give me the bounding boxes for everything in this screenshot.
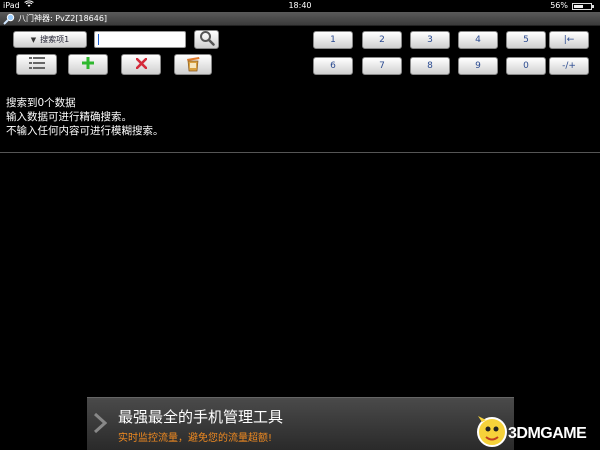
clear-button[interactable] — [174, 54, 212, 75]
clock: 18:40 — [288, 1, 312, 10]
app-title-bar: 八门神器: PvZ2[18646] — [0, 12, 600, 26]
keypad-key[interactable]: |← — [549, 31, 589, 49]
keypad-key[interactable]: 0 — [506, 57, 546, 75]
chevron-down-icon: ▼ — [30, 35, 37, 44]
add-button[interactable] — [68, 54, 108, 75]
exact-search-hint: 输入数据可进行精确搜索。 — [6, 111, 132, 123]
delete-button[interactable] — [121, 54, 161, 75]
keypad-key[interactable]: 7 — [362, 57, 402, 75]
ad-banner[interactable]: 最强最全的手机管理工具 实时监控流量，避免您的流量超额! — [87, 397, 514, 450]
result-count-message: 搜索到0个数据 — [6, 97, 76, 109]
search-input[interactable] — [94, 31, 186, 48]
magnifier-app-icon — [3, 13, 15, 25]
trash-icon — [184, 54, 202, 75]
watermark-text: 3DMGAME — [508, 425, 587, 442]
text-cursor — [98, 34, 99, 45]
keypad-key[interactable]: 2 — [362, 31, 402, 49]
keypad-key[interactable]: 6 — [313, 57, 353, 75]
keypad-key[interactable]: 8 — [410, 57, 450, 75]
plus-icon — [82, 57, 94, 72]
banner-headline: 最强最全的手机管理工具 — [118, 408, 284, 426]
app-title: 八门神器: PvZ2[18646] — [18, 14, 108, 23]
keypad-key[interactable]: -/+ — [549, 57, 589, 75]
search-result-messages: 搜索到0个数据 输入数据可进行精确搜索。 不输入任何内容可进行模糊搜索。 — [6, 96, 164, 138]
battery-percent: 56% — [550, 1, 568, 10]
mascot-logo-icon — [474, 414, 510, 450]
keypad-key[interactable]: 4 — [458, 31, 498, 49]
fuzzy-search-hint: 不输入任何内容可进行模糊搜索。 — [6, 125, 164, 137]
search-item-select[interactable]: ▼ 搜索项1 — [13, 31, 87, 48]
banner-subline: 实时监控流量，避免您的流量超额! — [118, 433, 273, 444]
watermark: 3DMGAME — [472, 412, 600, 450]
battery-icon — [572, 3, 594, 10]
keypad-key[interactable]: 5 — [506, 31, 546, 49]
search-item-label: 搜索项1 — [40, 35, 70, 44]
list-button[interactable] — [16, 54, 57, 75]
keypad-key[interactable]: 9 — [458, 57, 498, 75]
x-icon — [135, 57, 147, 72]
status-bar: iPad 18:40 56% — [0, 0, 600, 12]
list-icon — [28, 57, 45, 72]
divider — [0, 152, 600, 153]
keypad-key[interactable]: 3 — [410, 31, 450, 49]
search-icon — [199, 30, 215, 49]
keypad-key[interactable]: 1 — [313, 31, 353, 49]
play-arrow-icon — [93, 412, 108, 434]
search-button[interactable] — [194, 30, 219, 49]
